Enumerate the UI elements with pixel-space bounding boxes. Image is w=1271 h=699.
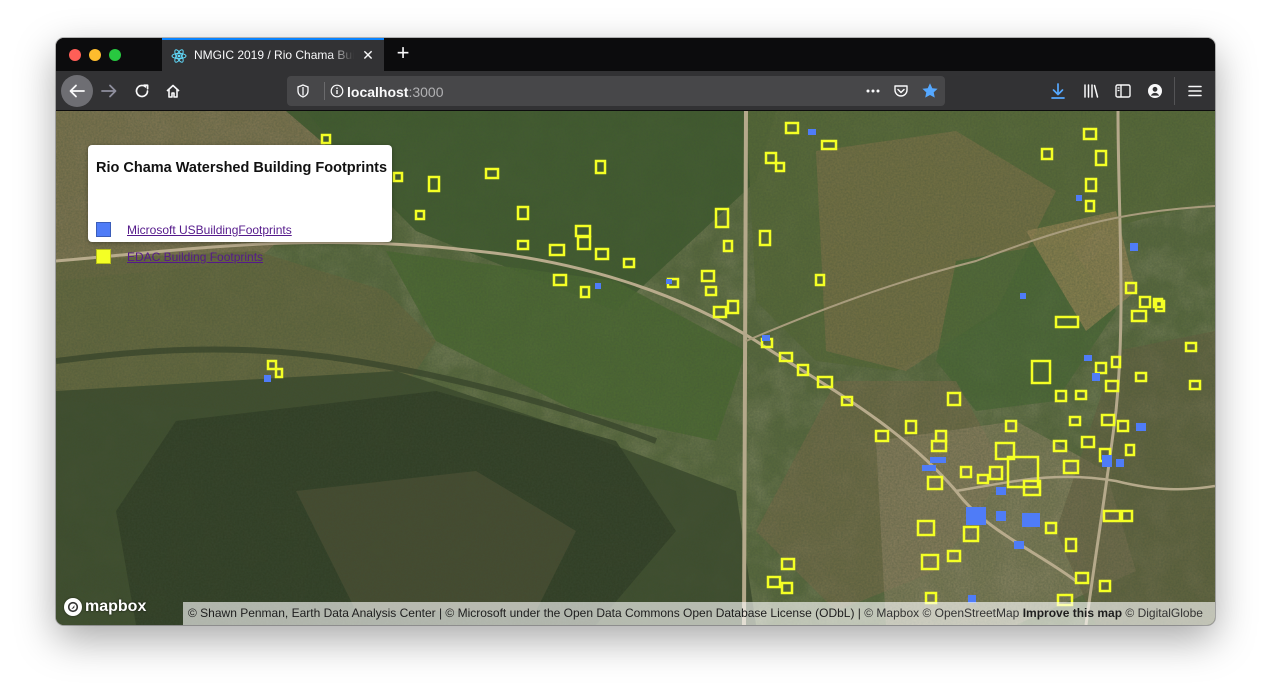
reload-icon (135, 84, 149, 98)
improve-map-link[interactable]: Improve this map (1023, 606, 1122, 620)
legend-link-microsoft[interactable]: Microsoft USBuildingFootprints (127, 223, 292, 237)
map-container[interactable]: Rio Chama Watershed Building Footprints … (56, 111, 1215, 625)
mapbox-logo-text: mapbox (85, 598, 147, 615)
tab-close-icon[interactable]: ✕ (360, 47, 376, 63)
info-icon[interactable] (330, 84, 344, 98)
arrow-right-icon (101, 84, 117, 98)
download-icon[interactable] (1049, 82, 1067, 100)
tab-bar: NMGIC 2019 / Rio Chama Building Footprin… (56, 38, 1215, 71)
sidebar-icon[interactable] (1114, 82, 1132, 100)
url-host: localhost (347, 84, 409, 100)
library-icon[interactable] (1082, 82, 1100, 100)
url-text[interactable]: localhost:3000 (347, 84, 444, 100)
arrow-left-icon (69, 84, 85, 98)
legend-title: Rio Chama Watershed Building Footprints (96, 160, 388, 176)
shield-icon (297, 84, 309, 98)
map-attribution: © Shawn Penman, Earth Data Analysis Cent… (183, 602, 1215, 625)
url-port: :3000 (408, 84, 444, 100)
pocket-icon[interactable] (893, 83, 909, 99)
attribution-mapbox-link[interactable]: © Mapbox (864, 606, 919, 620)
minimize-window-button[interactable] (89, 49, 101, 61)
mapbox-logo-icon (64, 598, 82, 616)
close-window-button[interactable] (69, 49, 81, 61)
more-actions-icon[interactable] (865, 84, 881, 98)
legend-swatch-blue (96, 222, 111, 237)
tab-active[interactable]: NMGIC 2019 / Rio Chama Building Footprin… (162, 38, 384, 71)
legend-swatch-yellow (96, 249, 111, 264)
back-button[interactable] (61, 75, 93, 107)
reload-button[interactable] (128, 77, 156, 105)
attribution-digitalglobe-link[interactable]: © DigitalGlobe (1125, 606, 1203, 620)
attribution-text: © Shawn Penman, Earth Data Analysis Cent… (188, 606, 865, 620)
home-icon (166, 84, 180, 98)
mapbox-logo[interactable]: mapbox (64, 596, 146, 618)
tab-title: NMGIC 2019 / Rio Chama Building Footprin… (194, 48, 354, 62)
attribution-osm-link[interactable]: © OpenStreetMap (922, 606, 1019, 620)
hamburger-menu-icon[interactable] (1186, 82, 1204, 100)
legend-link-edac[interactable]: EDAC Building Footprints (127, 250, 263, 264)
legend-panel: Rio Chama Watershed Building Footprints … (88, 145, 392, 264)
url-divider (324, 82, 325, 100)
browser-window: NMGIC 2019 / Rio Chama Building Footprin… (56, 38, 1215, 625)
url-bar[interactable]: localhost:3000 (287, 76, 945, 106)
new-tab-button[interactable]: + (392, 42, 414, 65)
account-icon[interactable] (1146, 82, 1164, 100)
toolbar-separator (1174, 77, 1175, 105)
bookmark-star-icon[interactable] (921, 82, 939, 100)
forward-button[interactable] (95, 77, 123, 105)
zoom-window-button[interactable] (109, 49, 121, 61)
navigation-toolbar: localhost:3000 (56, 71, 1215, 111)
home-button[interactable] (159, 77, 187, 105)
react-icon (171, 49, 187, 63)
